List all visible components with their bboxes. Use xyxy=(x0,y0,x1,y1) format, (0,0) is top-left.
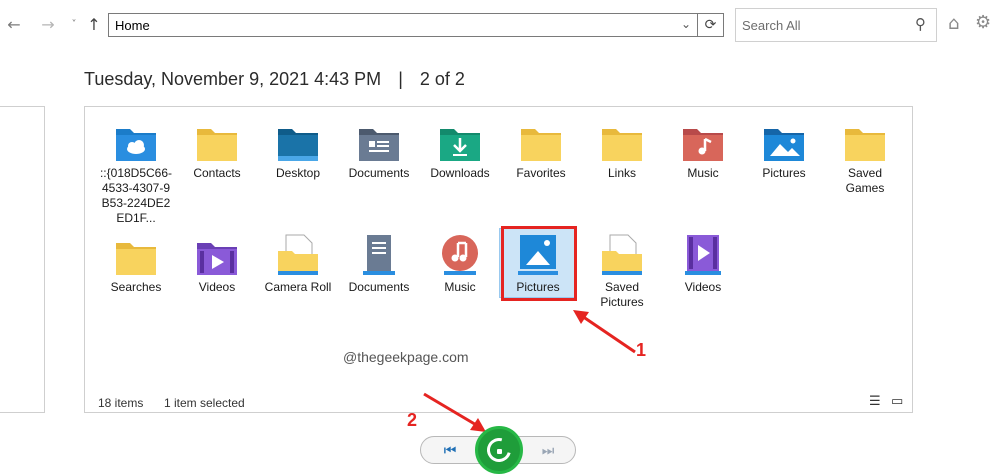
folder-icon xyxy=(600,123,644,163)
separator: | xyxy=(398,69,403,89)
documents-folder-icon xyxy=(357,123,401,163)
watermark: @thegeekpage.com xyxy=(343,349,469,365)
annotation-label-1: 1 xyxy=(636,340,647,360)
page-counter: 2 of 2 xyxy=(419,69,465,89)
videos-library-icon xyxy=(681,233,725,277)
item-saved-games[interactable]: Saved Games xyxy=(827,123,903,196)
address-bar[interactable]: Home ⌄ xyxy=(108,13,698,37)
music-library-icon xyxy=(438,233,482,277)
item-label: Favorites xyxy=(516,166,566,180)
item-label: Videos xyxy=(198,280,236,294)
address-text: Home xyxy=(115,18,150,33)
item-desktop[interactable]: Desktop xyxy=(260,123,336,181)
item-favorites[interactable]: Favorites xyxy=(503,123,579,181)
item-label: Downloads xyxy=(430,166,490,180)
search-placeholder: Search All xyxy=(742,18,801,33)
item-onedrive[interactable]: ::{018D5C66-4533-4307-9B53-224DE2ED1F... xyxy=(98,123,174,226)
desktop-folder-icon xyxy=(276,123,320,163)
item-label: Videos xyxy=(684,280,722,294)
previous-icon[interactable]: ⏮ xyxy=(435,440,465,462)
item-searches[interactable]: Searches xyxy=(98,237,174,295)
date-heading: Tuesday, November 9, 2021 4:43 PM | 2 of… xyxy=(84,69,465,90)
rotate-button[interactable] xyxy=(475,426,523,474)
item-label: Music xyxy=(444,280,476,294)
rotate-icon-dot xyxy=(497,449,502,454)
annotation-label-2: 2 xyxy=(407,410,418,430)
item-downloads[interactable]: Downloads xyxy=(422,123,498,181)
item-label: Links xyxy=(607,166,636,180)
music-folder-icon xyxy=(681,123,725,163)
chevron-down-icon[interactable]: ⌄ xyxy=(681,17,691,31)
item-pictures[interactable]: Pictures xyxy=(746,123,822,181)
item-contacts[interactable]: Contacts xyxy=(179,123,255,181)
item-count: 18 items xyxy=(98,396,144,410)
item-label: Searches xyxy=(110,280,162,294)
item-videos[interactable]: Videos xyxy=(179,237,255,295)
item-label: Contacts xyxy=(193,166,241,180)
back-arrow-icon[interactable]: ← xyxy=(4,14,24,36)
downloads-folder-icon xyxy=(438,123,482,163)
recent-locations-icon[interactable]: ˅ xyxy=(68,14,80,36)
item-music[interactable]: Music xyxy=(665,123,741,181)
item-label: Desktop xyxy=(275,166,321,180)
item-links[interactable]: Links xyxy=(584,123,660,181)
search-input[interactable]: Search All ⚲ xyxy=(735,8,937,42)
selected-count: 1 item selected xyxy=(164,396,245,410)
item-music-library[interactable]: Music xyxy=(422,233,498,295)
item-label: Documents xyxy=(348,280,410,294)
folder-icon xyxy=(114,237,158,277)
onedrive-folder-icon xyxy=(114,123,158,163)
item-videos-library[interactable]: Videos xyxy=(665,233,741,295)
highlight-box xyxy=(501,226,577,301)
navigation-pane[interactable] xyxy=(0,106,45,413)
pictures-folder-icon xyxy=(762,123,806,163)
videos-folder-icon xyxy=(195,237,239,277)
file-folder-icon xyxy=(600,233,644,277)
item-label: Camera Roll xyxy=(264,280,332,294)
folder-icon xyxy=(519,123,563,163)
item-label: Music xyxy=(687,166,719,180)
large-icons-view-icon[interactable]: ▭ xyxy=(891,394,903,409)
search-icon[interactable]: ⚲ xyxy=(915,15,926,33)
item-saved-pictures[interactable]: Saved Pictures xyxy=(584,233,660,310)
forward-arrow-icon[interactable]: → xyxy=(38,14,58,36)
date-text: Tuesday, November 9, 2021 4:43 PM xyxy=(84,69,382,89)
gear-icon[interactable]: ⚙ xyxy=(975,12,991,33)
next-icon[interactable]: ⏭ xyxy=(533,440,563,462)
item-label: Pictures xyxy=(762,166,806,180)
item-camera-roll[interactable]: Camera Roll xyxy=(260,233,336,295)
item-label: Documents xyxy=(348,166,410,180)
item-label: Saved Games xyxy=(845,166,885,195)
folder-icon xyxy=(195,123,239,163)
up-arrow-icon[interactable]: ↑ xyxy=(84,14,104,36)
item-label: ::{018D5C66-4533-4307-9B53-224DE2ED1F... xyxy=(99,166,173,225)
item-documents-library[interactable]: Documents xyxy=(341,233,417,295)
item-documents[interactable]: Documents xyxy=(341,123,417,181)
file-list-pane[interactable]: ::{018D5C66-4533-4307-9B53-224DE2ED1F...… xyxy=(84,106,913,413)
folder-icon xyxy=(843,123,887,163)
file-folder-icon xyxy=(276,233,320,277)
home-icon[interactable]: ⌂ xyxy=(948,13,959,34)
documents-library-icon xyxy=(357,233,401,277)
details-view-icon[interactable]: ☰ xyxy=(869,394,881,409)
refresh-icon[interactable]: ⟳ xyxy=(698,13,724,37)
